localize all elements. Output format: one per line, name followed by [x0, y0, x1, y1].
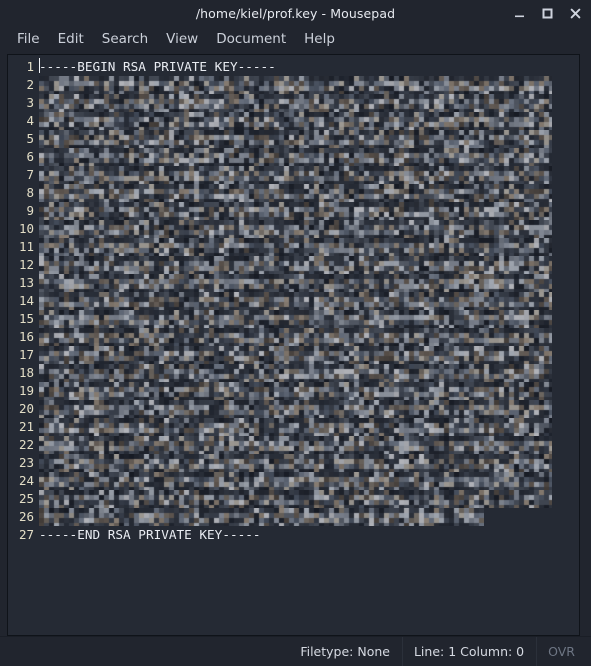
- redacted-line: [37, 364, 579, 382]
- redacted-line: [37, 472, 579, 490]
- redacted-line: [37, 400, 579, 418]
- redacted-line: [37, 382, 579, 400]
- line-number: 9: [26, 203, 34, 218]
- line-number: 3: [26, 95, 34, 110]
- line-number: 11: [18, 239, 34, 254]
- line-number: 21: [18, 419, 34, 434]
- line-number: 23: [18, 455, 34, 470]
- redacted-line: [37, 238, 579, 256]
- redacted-line: [37, 202, 579, 220]
- redacted-line: [37, 490, 579, 508]
- code-line: -----END RSA PRIVATE KEY-----: [39, 527, 261, 542]
- line-number: 16: [18, 329, 34, 344]
- line-number: 12: [18, 257, 34, 272]
- menu-bar: File Edit Search View Document Help: [0, 26, 591, 54]
- redacted-line: [37, 508, 579, 526]
- code-line: -----BEGIN RSA PRIVATE KEY-----: [39, 59, 276, 74]
- redacted-line: [37, 220, 579, 238]
- redacted-line: [37, 310, 579, 328]
- status-bar: Filetype: None Line: 1 Column: 0 OVR: [0, 636, 591, 666]
- menu-item-search[interactable]: Search: [93, 30, 157, 50]
- menu-item-edit[interactable]: Edit: [49, 30, 93, 50]
- redacted-line: [37, 166, 579, 184]
- line-number: 27: [18, 527, 34, 542]
- redacted-line: [37, 454, 579, 472]
- window-controls: [512, 0, 583, 26]
- menu-item-file[interactable]: File: [8, 30, 49, 50]
- line-number: 25: [18, 491, 34, 506]
- line-number: 18: [18, 365, 34, 380]
- text-content[interactable]: -----BEGIN RSA PRIVATE KEY----- -----END …: [37, 55, 579, 635]
- line-number: 24: [18, 473, 34, 488]
- line-number: 2: [26, 77, 34, 92]
- redacted-line: [37, 76, 579, 94]
- redacted-line: [37, 418, 579, 436]
- redacted-line: [37, 328, 579, 346]
- menu-item-help[interactable]: Help: [295, 30, 344, 50]
- redacted-line: [37, 346, 579, 364]
- mousepad-window: /home/kiel/prof.key - Mousepad File Edit…: [0, 0, 591, 666]
- line-number: 22: [18, 437, 34, 452]
- line-number: 4: [26, 113, 34, 128]
- close-icon[interactable]: [568, 6, 583, 21]
- status-insert-mode[interactable]: OVR: [536, 637, 579, 666]
- window-title: /home/kiel/prof.key - Mousepad: [195, 5, 396, 21]
- editor-area: 1 2 3 4 5 6 7 8 9 10 11 12 13 14 15 16 17 18 19 20 21 22 23 24 2…: [0, 54, 591, 636]
- redacted-line: [37, 274, 579, 292]
- line-number: 26: [18, 509, 34, 524]
- line-number: 20: [18, 401, 34, 416]
- minimize-icon[interactable]: [512, 6, 527, 21]
- redacted-line: [37, 256, 579, 274]
- line-number: 5: [26, 131, 34, 146]
- line-number: 19: [18, 383, 34, 398]
- redacted-line: [37, 112, 579, 130]
- redacted-line: [37, 94, 579, 112]
- line-number: 15: [18, 311, 34, 326]
- line-number: 8: [26, 185, 34, 200]
- menu-item-view[interactable]: View: [157, 30, 207, 50]
- text-view[interactable]: 1 2 3 4 5 6 7 8 9 10 11 12 13 14 15 16 17 18 19 20 21 22 23 24 2…: [7, 54, 580, 636]
- status-filetype[interactable]: Filetype: None: [288, 644, 402, 659]
- line-number: 6: [26, 149, 34, 164]
- redacted-line: [37, 130, 579, 148]
- line-number: 10: [18, 221, 34, 236]
- line-number: 13: [18, 275, 34, 290]
- line-number: 17: [18, 347, 34, 362]
- line-number: 1: [26, 59, 34, 74]
- status-position: Line: 1 Column: 0: [401, 637, 536, 666]
- redacted-line: [37, 184, 579, 202]
- maximize-icon[interactable]: [540, 6, 555, 21]
- redacted-line: [37, 148, 579, 166]
- menu-item-document[interactable]: Document: [207, 30, 295, 50]
- line-number: 7: [26, 167, 34, 182]
- title-bar: /home/kiel/prof.key - Mousepad: [0, 0, 591, 26]
- redacted-line: [37, 436, 579, 454]
- text-caret: [39, 58, 40, 73]
- redacted-line: [37, 292, 579, 310]
- line-number-gutter: 1 2 3 4 5 6 7 8 9 10 11 12 13 14 15 16 17 18 19 20 21 22 23 24 2…: [8, 55, 37, 635]
- line-number: 14: [18, 293, 34, 308]
